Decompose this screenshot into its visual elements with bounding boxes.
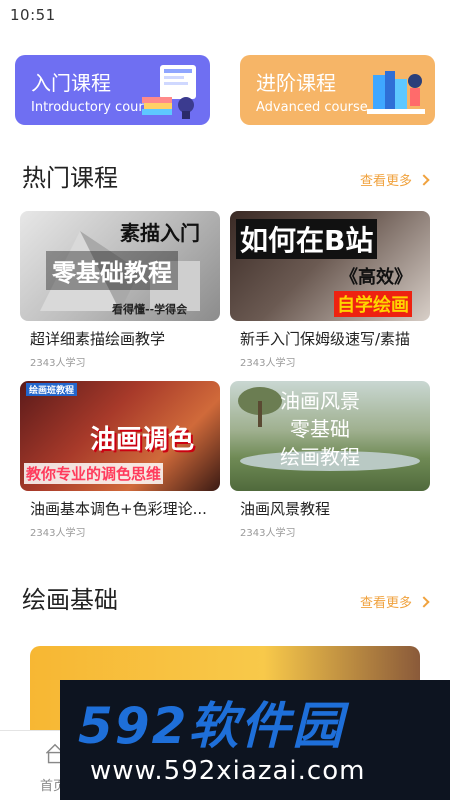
app-screen: 10:51 入门课程 Introductory course 进阶课程 Adva…	[0, 0, 450, 800]
thumb-4-line-2: 零基础	[290, 417, 350, 441]
hot-courses-title: 热门课程	[22, 164, 118, 192]
books-illustration-icon	[142, 65, 196, 119]
watermark-logo: 592软件园	[78, 697, 345, 755]
intro-course-title: 入门课程	[31, 71, 111, 95]
intro-course-card[interactable]: 入门课程 Introductory course	[15, 55, 210, 125]
chevron-right-icon	[418, 173, 430, 186]
thumb-3-line-2: 油画调色	[90, 425, 195, 455]
course-2-title[interactable]: 新手入门保姆级速写/素描	[240, 328, 440, 349]
thumb-1-line-2: 零基础教程	[46, 251, 178, 290]
study-illustration-icon	[367, 71, 425, 114]
course-1-count: 2343人学习	[30, 358, 86, 369]
thumb-2-line-1: 如何在B站	[236, 219, 378, 259]
thumb-2-line-2: 《高效》	[340, 267, 412, 288]
course-thumbnail-oil-landscape[interactable]: 油画风景 零基础 绘画教程	[230, 381, 430, 491]
status-time: 10:51	[10, 6, 56, 24]
thumb-4-line-1: 油画风景	[280, 389, 360, 413]
course-2-count: 2343人学习	[240, 358, 296, 369]
status-bar: 10:51	[0, 0, 450, 32]
watermark-overlay: 592软件园 www.592xiazai.com	[60, 680, 450, 800]
advanced-course-title: 进阶课程	[256, 71, 336, 95]
basics-more-label: 查看更多	[359, 596, 412, 611]
thumb-1-line-1: 素描入门	[120, 221, 200, 245]
thumb-1-line-3: 看得懂--学得会	[112, 303, 188, 316]
basics-more-link[interactable]: 查看更多	[359, 592, 430, 611]
hot-courses-more-link[interactable]: 查看更多	[359, 170, 430, 189]
chevron-right-icon	[418, 595, 430, 608]
course-3-count: 2343人学习	[30, 528, 86, 539]
course-3-title[interactable]: 油画基本调色+色彩理论...	[30, 498, 230, 519]
watermark-url: www.592xiazai.com	[90, 756, 366, 786]
course-thumbnail-sketch[interactable]: 素描入门 零基础教程 看得懂--学得会	[20, 211, 220, 321]
hot-courses-more-label: 查看更多	[359, 174, 412, 189]
thumb-2-line-3: 自学绘画	[334, 291, 412, 317]
advanced-course-subtitle: Advanced course	[256, 100, 368, 115]
course-thumbnail-oil-color[interactable]: 绘画班教程 油画调色 教你专业的调色思维	[20, 381, 220, 491]
course-4-title[interactable]: 油画风景教程	[240, 498, 440, 519]
basics-section-title: 绘画基础	[22, 586, 118, 614]
course-thumbnail-bilibili[interactable]: 如何在B站 《高效》 自学绘画	[230, 211, 430, 321]
course-4-count: 2343人学习	[240, 528, 296, 539]
thumb-4-line-3: 绘画教程	[280, 445, 360, 469]
thumb-3-line-1: 绘画班教程	[26, 383, 78, 396]
advanced-course-card[interactable]: 进阶课程 Advanced course	[240, 55, 435, 125]
course-1-title[interactable]: 超详细素描绘画教学	[30, 328, 230, 349]
thumb-3-line-3: 教你专业的调色思维	[24, 463, 164, 484]
